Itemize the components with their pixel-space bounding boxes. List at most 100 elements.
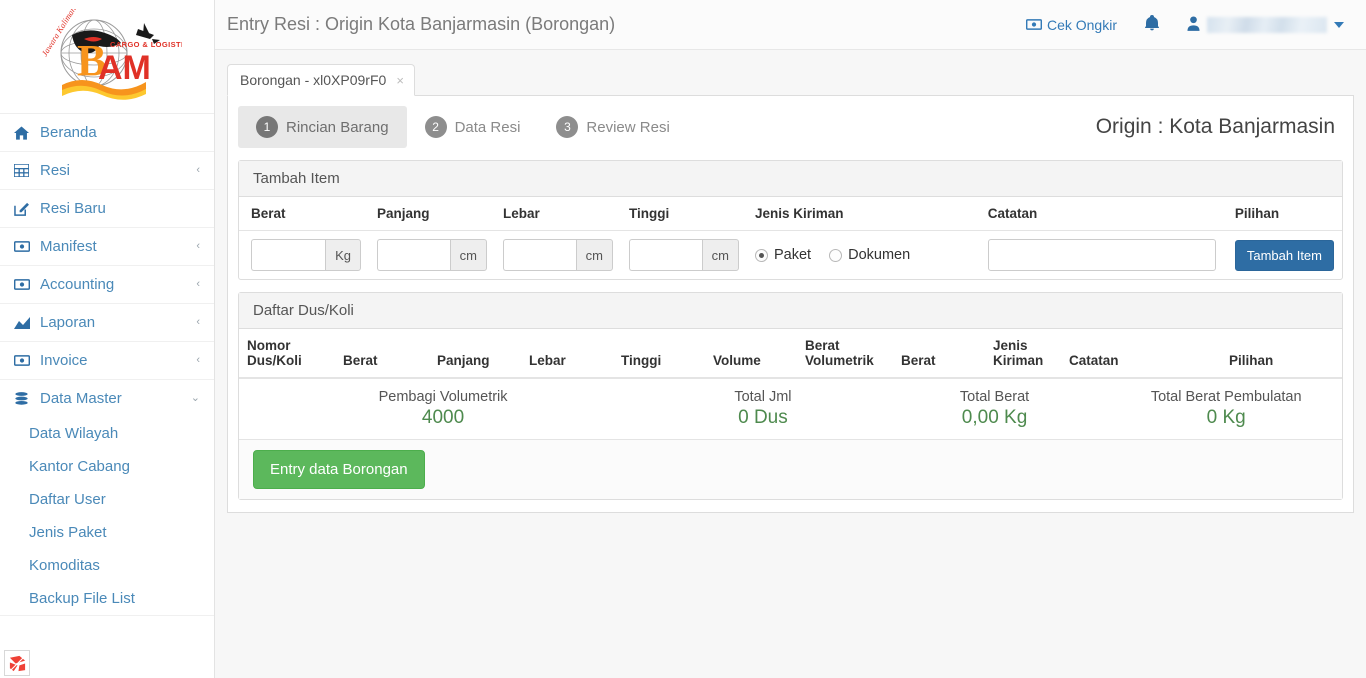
sidebar-link-resi-baru[interactable]: Resi Baru — [0, 190, 214, 227]
step-label: Data Resi — [454, 118, 521, 136]
main-area: Entry Resi : Origin Kota Banjarmasin (Bo… — [215, 0, 1366, 678]
sidebar-link-manifest[interactable]: Manifest ‹ — [0, 228, 214, 265]
home-icon — [14, 125, 34, 140]
cek-ongkir-button[interactable]: Cek Ongkir — [1012, 17, 1131, 33]
panjang-input[interactable] — [377, 239, 450, 271]
total-label: Total Jml — [734, 389, 792, 405]
app-shortcut-glyph — [9, 655, 25, 671]
chevron-left-icon: ‹ — [196, 316, 200, 328]
sidebar-item-jenis-paket[interactable]: Jenis Paket — [0, 516, 214, 549]
page-title: Entry Resi : Origin Kota Banjarmasin (Bo… — [227, 14, 616, 34]
wizard-panel: 1 Rincian Barang 2 Data Resi 3 Review Re… — [227, 96, 1354, 513]
sidebar-link-beranda[interactable]: Beranda — [0, 114, 214, 151]
entry-data-borongan-button[interactable]: Entry data Borongan — [253, 450, 425, 489]
bell-icon — [1144, 15, 1160, 34]
chevron-left-icon: ‹ — [196, 164, 200, 176]
sidebar-item-kantor-cabang[interactable]: Kantor Cabang — [0, 450, 214, 483]
money-bill-icon — [1025, 17, 1042, 33]
radio-dokumen-label: Dokumen — [848, 247, 911, 263]
berat-input-group: Kg — [251, 239, 361, 271]
totals-row: Pembagi Volumetrik 4000 Total Jml 0 Dus … — [239, 385, 1342, 439]
step-label: Rincian Barang — [286, 118, 389, 136]
radio-paket[interactable]: Paket — [755, 247, 811, 263]
total-berat: Total Berat 0,00 Kg — [879, 385, 1111, 439]
origin-label: Origin : Kota Banjarmasin — [1095, 115, 1335, 138]
sidebar-submenu-data-master: Data Wilayah Kantor Cabang Daftar User J… — [0, 417, 214, 615]
document-tab-borongan[interactable]: Borongan - xl0XP09rF0 × — [227, 64, 415, 96]
panjang-unit-label: cm — [449, 239, 487, 271]
sidebar-item-daftar-user[interactable]: Daftar User — [0, 483, 214, 516]
column-header-berat: Berat — [335, 329, 429, 378]
step-number: 1 — [256, 116, 278, 138]
column-header-panjang: Panjang — [369, 197, 495, 231]
topbar: Entry Resi : Origin Kota Banjarmasin (Bo… — [215, 0, 1366, 50]
sidebar-link-resi[interactable]: Resi ‹ — [0, 152, 214, 189]
user-name-redacted — [1207, 16, 1327, 33]
column-header-berat: Berat — [239, 197, 369, 231]
total-value: 0 Kg — [1206, 407, 1246, 428]
notifications-button[interactable] — [1131, 15, 1173, 34]
sidebar-item-data-master: Data Master ⌄ Data Wilayah Kantor Cabang… — [0, 380, 214, 616]
tinggi-input[interactable] — [629, 239, 702, 271]
table-header-row: Nomor Dus/Koli Berat Panjang Lebar Tingg… — [239, 329, 1342, 378]
sidebar-item-backup-file-list[interactable]: Backup File List — [0, 582, 214, 615]
tab-rincian-barang[interactable]: 1 Rincian Barang — [238, 106, 407, 148]
topbar-actions: Cek Ongkir — [1012, 15, 1352, 34]
berat-input[interactable] — [251, 239, 326, 271]
sidebar-item-manifest: Manifest ‹ — [0, 228, 214, 266]
sidebar-item-label: Beranda — [40, 124, 97, 141]
bam-logo-icon: B AM CARGO & LOGISTIC Jawara Kalimantan — [39, 0, 189, 100]
sidebar-item-label: Data Master — [40, 390, 122, 407]
tab-review-resi[interactable]: 3 Review Resi — [538, 106, 687, 148]
daftar-dus-koli-table: Nomor Dus/Koli Berat Panjang Lebar Tingg… — [239, 329, 1342, 378]
column-header-nomor-dus-koli: Nomor Dus/Koli — [239, 329, 335, 378]
user-menu[interactable] — [1173, 15, 1352, 34]
column-header-pilihan: Pilihan — [1221, 329, 1342, 378]
lebar-input[interactable] — [503, 239, 576, 271]
column-header-tinggi: Tinggi — [621, 197, 747, 231]
berat-unit-label: Kg — [325, 239, 361, 271]
sidebar-link-accounting[interactable]: Accounting ‹ — [0, 266, 214, 303]
sidebar-link-invoice[interactable]: Invoice ‹ — [0, 342, 214, 379]
sidebar-link-laporan[interactable]: Laporan ‹ — [0, 304, 214, 341]
sidebar-item-data-wilayah[interactable]: Data Wilayah — [0, 417, 214, 450]
sidebar-nav: Beranda Resi ‹ Resi Baru Manifest ‹ Acco… — [0, 114, 214, 616]
sidebar-item-komoditas[interactable]: Komoditas — [0, 549, 214, 582]
jenis-kiriman-radio-group: Paket Dokumen — [755, 247, 972, 263]
total-pembagi-volumetrik: Pembagi Volumetrik 4000 — [239, 385, 647, 439]
wizard-stepper: 1 Rincian Barang 2 Data Resi 3 Review Re… — [238, 106, 1343, 148]
sidebar-link-data-master[interactable]: Data Master ⌄ — [0, 380, 214, 417]
area-chart-icon — [14, 316, 34, 329]
column-header-tinggi: Tinggi — [613, 329, 705, 378]
total-label: Pembagi Volumetrik — [378, 389, 508, 405]
sidebar-item-label: Accounting — [40, 276, 115, 293]
sidebar-item-resi-baru: Resi Baru — [0, 190, 214, 228]
close-icon[interactable]: × — [396, 73, 404, 88]
sidebar-item-resi: Resi ‹ — [0, 152, 214, 190]
radio-dokumen[interactable]: Dokumen — [829, 247, 910, 263]
chevron-left-icon: ‹ — [196, 240, 200, 252]
app-shortcut-icon[interactable] — [4, 650, 30, 676]
sidebar-item-label: Manifest — [40, 238, 97, 255]
total-label: Total Berat Pembulatan — [1150, 389, 1302, 405]
edit-square-icon — [14, 202, 34, 216]
catatan-input[interactable] — [987, 239, 1216, 271]
total-label: Total Berat — [959, 389, 1030, 405]
svg-text:CARGO & LOGISTIC: CARGO & LOGISTIC — [110, 40, 182, 49]
chevron-left-icon: ‹ — [196, 354, 200, 366]
lebar-unit-label: cm — [575, 239, 613, 271]
svg-text:AM: AM — [98, 49, 151, 87]
step-label: Review Resi — [586, 118, 670, 136]
sidebar-item-laporan: Laporan ‹ — [0, 304, 214, 342]
card-footer: Entry data Borongan — [239, 439, 1342, 499]
tambah-item-input-row: Kg cm cm cm Paket Dokumen Tambah Item — [239, 231, 1342, 280]
brand-logo[interactable]: B AM CARGO & LOGISTIC Jawara Kalimantan — [0, 0, 214, 114]
money-bill-icon — [14, 241, 34, 252]
sidebar-item-accounting: Accounting ‹ — [0, 266, 214, 304]
tambah-item-button[interactable]: Tambah Item — [1234, 239, 1334, 271]
total-value: 0 Dus — [738, 407, 788, 428]
sidebar-item-beranda: Beranda — [0, 114, 214, 152]
column-header-panjang: Panjang — [429, 329, 521, 378]
tab-data-resi[interactable]: 2 Data Resi — [407, 106, 539, 148]
radio-button-icon — [829, 248, 843, 262]
